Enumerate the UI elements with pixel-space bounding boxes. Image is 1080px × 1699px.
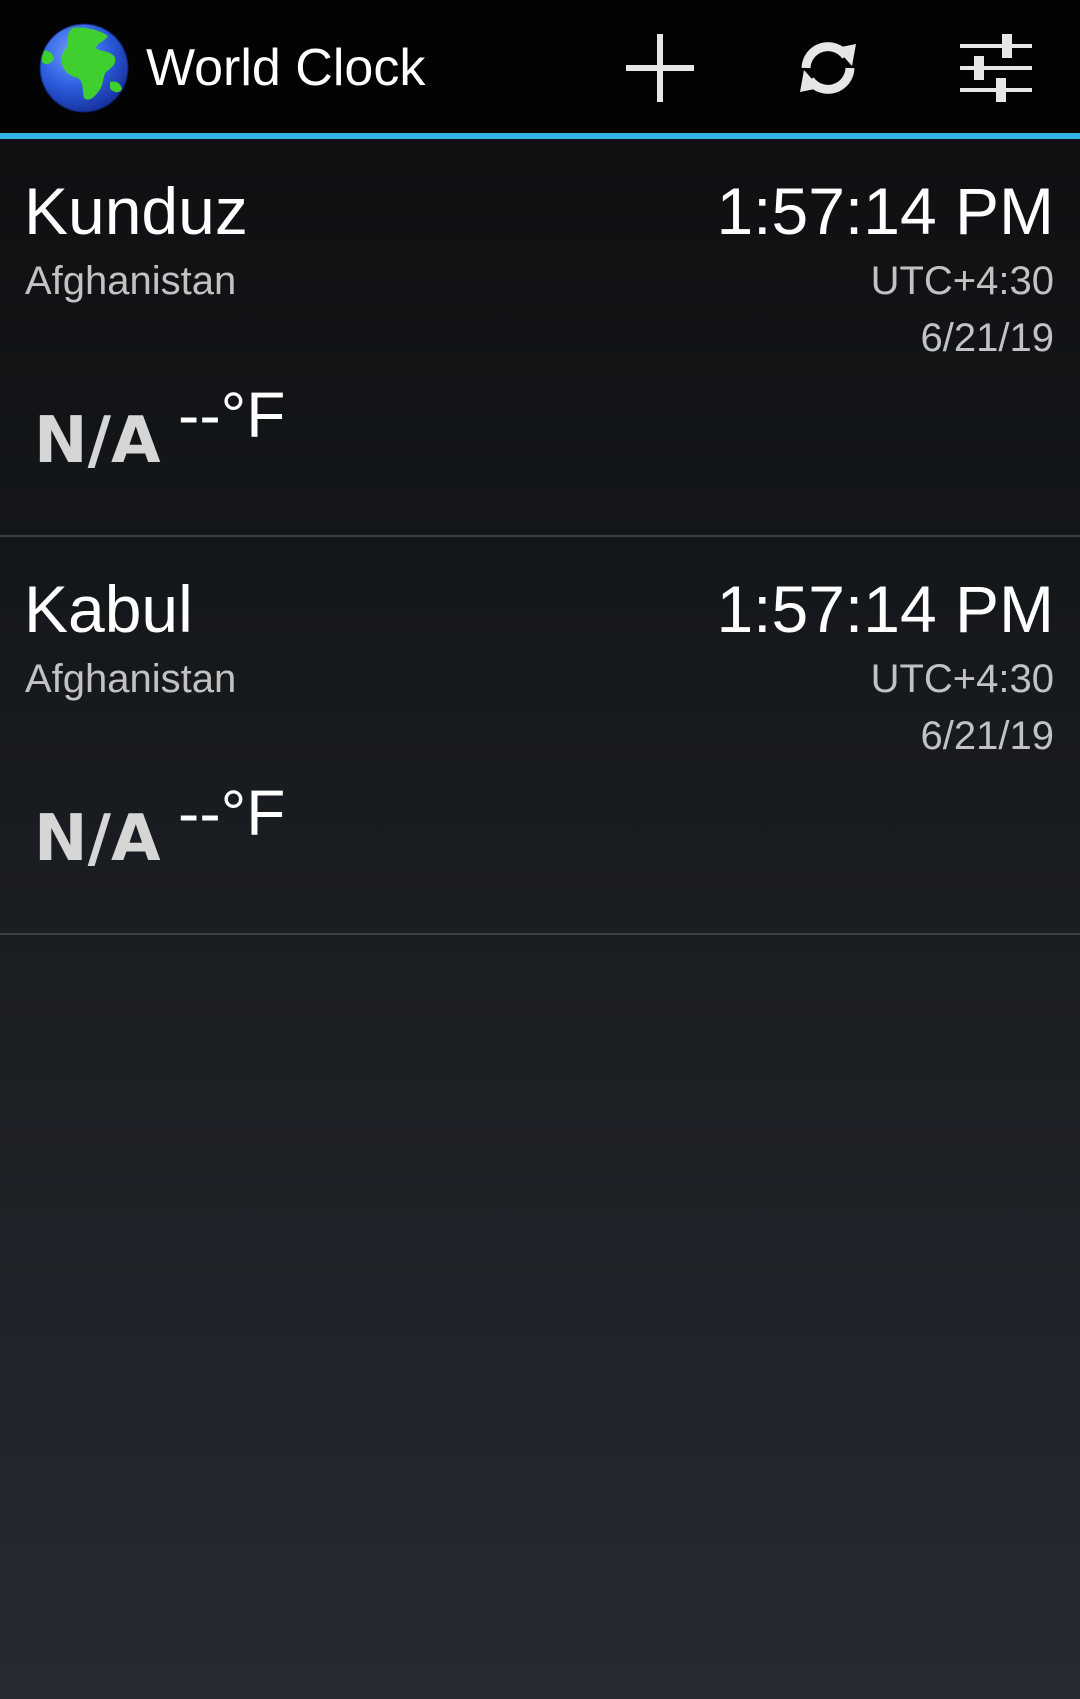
city-name: Kunduz (24, 174, 248, 248)
local-time: 1:57:14 PM (716, 572, 1054, 646)
utc-offset: UTC+4:30 (870, 259, 1054, 303)
clock-row-kabul[interactable]: Kabul Afghanistan 1:57:14 PM UTC+4:30 6/… (0, 537, 1080, 935)
add-clock-button[interactable] (600, 20, 720, 116)
country-name: Afghanistan (25, 657, 237, 701)
utc-offset: UTC+4:30 (870, 657, 1054, 701)
temperature: --°F (178, 379, 286, 451)
clock-row-kunduz[interactable]: Kunduz Afghanistan 1:57:14 PM UTC+4:30 6… (0, 139, 1080, 537)
settings-button[interactable] (936, 20, 1056, 116)
country-name: Afghanistan (25, 259, 237, 303)
weather-status: N/A (34, 404, 161, 478)
local-time: 1:57:14 PM (716, 174, 1054, 248)
weather-status: N/A (34, 802, 161, 876)
plus-icon (626, 34, 694, 102)
city-name: Kabul (24, 572, 193, 646)
temperature: --°F (178, 777, 286, 849)
globe-icon[interactable] (38, 22, 130, 114)
refresh-button[interactable] (768, 20, 888, 116)
action-bar: World Clock (0, 0, 1080, 133)
local-date: 6/21/19 (920, 316, 1054, 360)
clock-list: Kunduz Afghanistan 1:57:14 PM UTC+4:30 6… (0, 139, 1080, 935)
app-title: World Clock (146, 39, 426, 97)
local-date: 6/21/19 (920, 714, 1054, 758)
sliders-icon (960, 34, 1032, 102)
refresh-icon (800, 42, 856, 94)
